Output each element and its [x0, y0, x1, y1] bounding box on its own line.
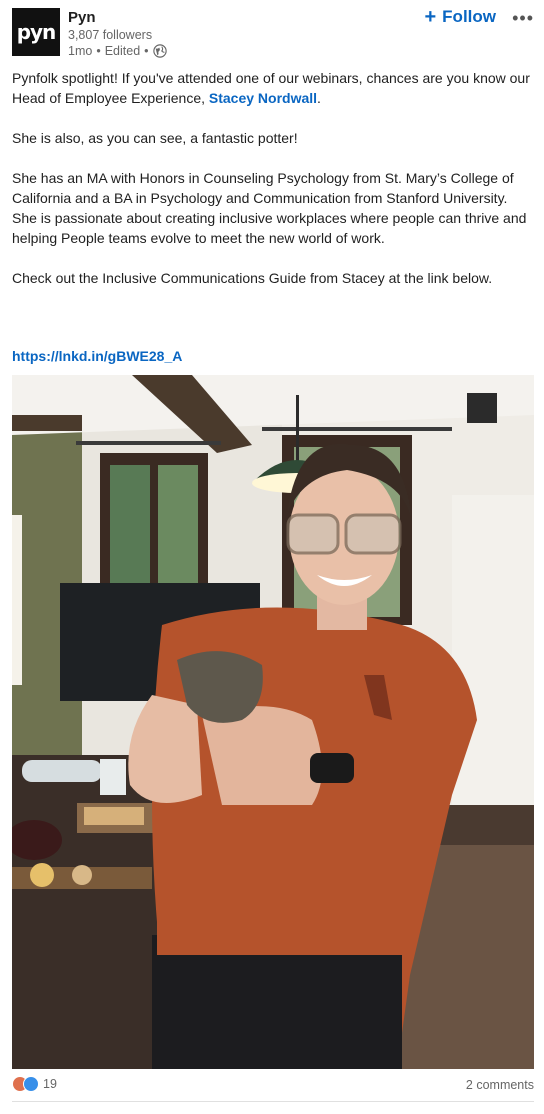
footer-divider [12, 1101, 534, 1102]
photo-illustration [12, 375, 534, 1069]
reaction-count: 19 [43, 1077, 57, 1091]
logo-text: pyn [16, 20, 57, 44]
post-link[interactable]: https://lnkd.in/gBWE28_A [12, 348, 182, 364]
post-header: pyn Pyn 3,807 followers 1mo • Edited • +… [12, 7, 536, 60]
reaction-summary[interactable]: 19 [12, 1076, 57, 1092]
post-image[interactable] [12, 375, 534, 1069]
post-meta: 1mo • Edited • [68, 44, 167, 58]
company-name[interactable]: Pyn [68, 9, 96, 26]
like-reaction-icon [23, 1076, 39, 1092]
post-paragraph: She has an MA with Honors in Counseling … [12, 170, 527, 246]
plus-icon: + [424, 6, 437, 28]
separator-dot: • [144, 44, 149, 58]
more-options-icon[interactable]: ••• [512, 8, 534, 29]
follow-label: Follow [442, 7, 496, 26]
post-paragraph: Pynfolk spotlight! If you've attended on… [12, 68, 534, 108]
reaction-icons [12, 1076, 39, 1092]
post-body: Pynfolk spotlight! If you've attended on… [12, 68, 534, 308]
post-paragraph: She is also, as you can see, a fantastic… [12, 130, 298, 146]
post-age: 1mo [68, 44, 93, 58]
edited-label: Edited [104, 44, 141, 58]
separator-dot: • [96, 44, 101, 58]
company-logo[interactable]: pyn [12, 8, 60, 56]
post-paragraph: Check out the Inclusive Communications G… [12, 270, 493, 286]
mention-link[interactable]: Stacey Nordwall [209, 90, 317, 106]
post-footer: 19 2 comments [12, 1076, 534, 1096]
follower-count: 3,807 followers [68, 28, 153, 42]
follow-button[interactable]: + Follow [424, 7, 496, 27]
globe-icon [152, 44, 167, 58]
comments-count[interactable]: 2 comments [466, 1078, 534, 1092]
post-text-segment: . [317, 90, 321, 106]
